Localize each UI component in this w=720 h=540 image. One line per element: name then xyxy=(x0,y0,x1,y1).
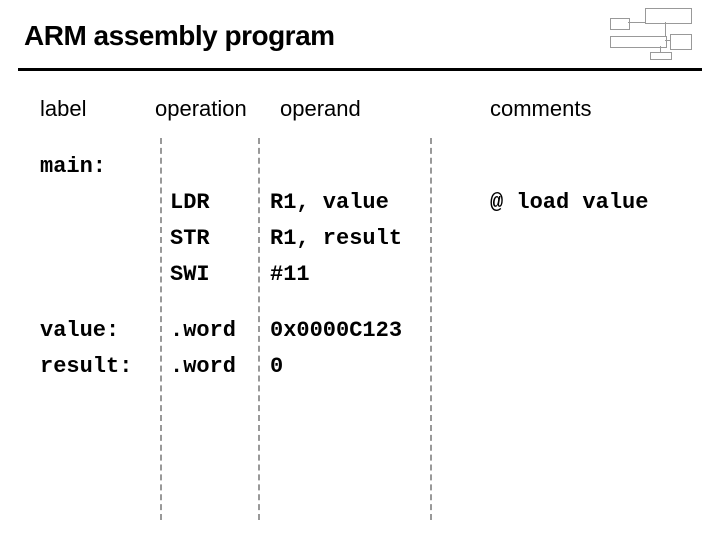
code-row: value: .word 0x0000C123 xyxy=(40,314,680,350)
decorative-diagram xyxy=(610,8,700,56)
operand: R1, value xyxy=(270,186,389,219)
code-block: main: LDR R1, value @ load value STR R1,… xyxy=(40,150,680,386)
header-operand: operand xyxy=(280,92,361,125)
op: SWI xyxy=(170,258,210,291)
heading-rule xyxy=(18,68,702,71)
label-result: result: xyxy=(40,350,132,383)
header-label: label xyxy=(40,92,86,125)
header-comments: comments xyxy=(490,92,591,125)
operand: 0 xyxy=(270,350,283,383)
op: LDR xyxy=(170,186,210,219)
code-row: result: .word 0 xyxy=(40,350,680,386)
label-main: main: xyxy=(40,150,106,183)
op: .word xyxy=(170,314,236,347)
header-operation: operation xyxy=(155,92,247,125)
label-value: value: xyxy=(40,314,119,347)
op: STR xyxy=(170,222,210,255)
op: .word xyxy=(170,350,236,383)
code-row: STR R1, result xyxy=(40,222,680,258)
code-row: main: xyxy=(40,150,680,186)
page-title: ARM assembly program xyxy=(24,20,335,52)
comment: @ load value xyxy=(490,186,648,219)
code-row: LDR R1, value @ load value xyxy=(40,186,680,222)
operand: 0x0000C123 xyxy=(270,314,402,347)
code-row: SWI #11 xyxy=(40,258,680,294)
operand: #11 xyxy=(270,258,310,291)
operand: R1, result xyxy=(270,222,402,255)
